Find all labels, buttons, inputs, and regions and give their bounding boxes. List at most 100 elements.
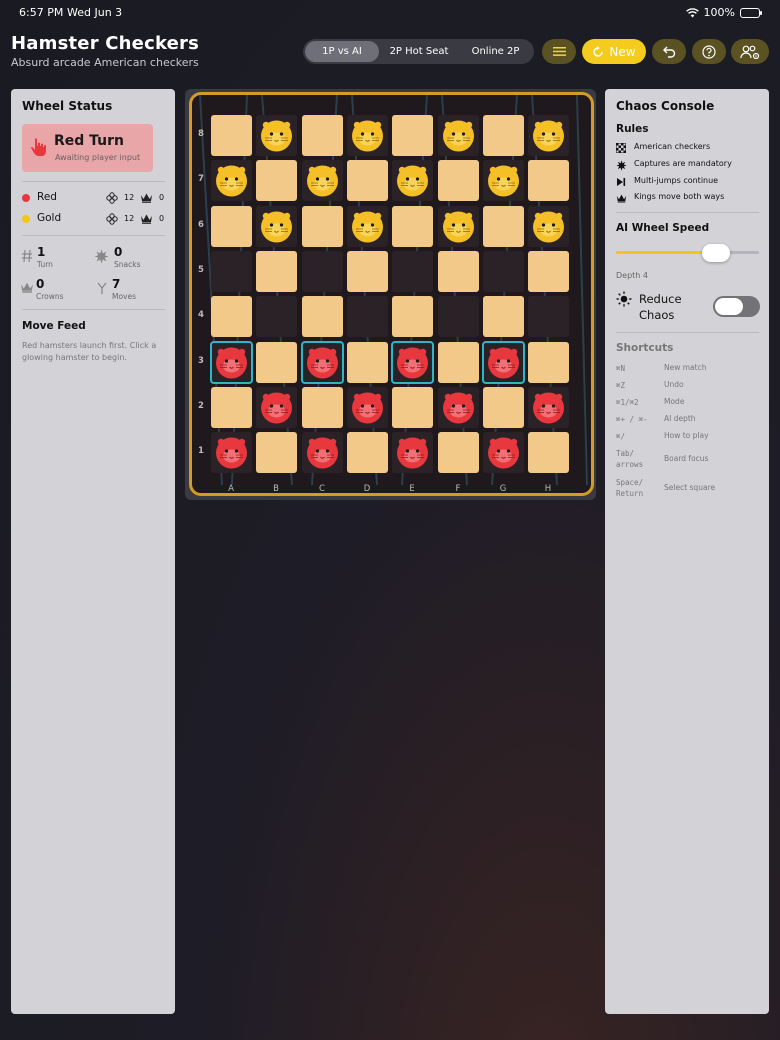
board-square-h7[interactable] [528,160,569,201]
board-square-a3[interactable] [210,341,253,384]
board-square-g2[interactable] [483,387,524,428]
board-square-c8[interactable] [302,115,343,156]
board-square-d4[interactable] [347,296,388,337]
board-square-e3[interactable] [391,341,434,384]
board-square-e5[interactable] [392,251,433,292]
board-square-a2[interactable] [211,387,252,428]
menu-button[interactable] [542,39,576,64]
red-hamster-piece[interactable] [351,391,384,424]
reduce-chaos-toggle[interactable] [713,296,760,317]
red-hamster-piece[interactable] [396,436,429,469]
gold-hamster-piece[interactable] [532,119,565,152]
red-hamster-piece[interactable] [306,346,339,379]
board-square-f6[interactable] [438,206,479,247]
board-square-h6[interactable] [528,206,569,247]
board-square-a8[interactable] [211,115,252,156]
board-square-a5[interactable] [211,251,252,292]
board-square-g3[interactable] [482,341,525,384]
gold-hamster-piece[interactable] [260,119,293,152]
board-square-f7[interactable] [438,160,479,201]
red-hamster-piece[interactable] [306,436,339,469]
gold-hamster-piece[interactable] [532,210,565,243]
board-square-b1[interactable] [256,432,297,473]
gold-hamster-piece[interactable] [351,210,384,243]
board-square-d8[interactable] [347,115,388,156]
board-square-d2[interactable] [347,387,388,428]
red-hamster-piece[interactable] [487,436,520,469]
board-square-c6[interactable] [302,206,343,247]
board-square-d6[interactable] [347,206,388,247]
board-square-h2[interactable] [528,387,569,428]
board-square-h5[interactable] [528,251,569,292]
red-hamster-piece[interactable] [396,346,429,379]
board-square-d7[interactable] [347,160,388,201]
slider-thumb[interactable] [702,244,731,262]
mode-tab-2p-hot-seat[interactable]: 2P Hot Seat [379,41,459,62]
app-subtitle: Absurd arcade American checkers [11,56,199,69]
board-square-e4[interactable] [392,296,433,337]
board-square-c5[interactable] [302,251,343,292]
board-square-e6[interactable] [392,206,433,247]
board-square-d5[interactable] [347,251,388,292]
board-square-b6[interactable] [256,206,297,247]
board-square-b4[interactable] [256,296,297,337]
red-hamster-piece[interactable] [442,391,475,424]
board-square-f3[interactable] [438,342,479,383]
board-square-c4[interactable] [302,296,343,337]
board-square-d1[interactable] [347,432,388,473]
red-hamster-piece[interactable] [260,391,293,424]
board-square-b3[interactable] [256,342,297,383]
gold-hamster-piece[interactable] [396,164,429,197]
board-square-a7[interactable] [211,160,252,201]
board-square-g8[interactable] [483,115,524,156]
gold-hamster-piece[interactable] [351,119,384,152]
board-square-a6[interactable] [211,206,252,247]
gold-hamster-piece[interactable] [215,164,248,197]
gold-hamster-piece[interactable] [306,164,339,197]
board-square-b7[interactable] [256,160,297,201]
board-square-f5[interactable] [438,251,479,292]
board-square-a1[interactable] [211,432,252,473]
board-square-f2[interactable] [438,387,479,428]
help-button[interactable] [692,39,726,64]
players-button[interactable] [731,39,769,64]
gold-hamster-piece[interactable] [442,119,475,152]
board-square-f1[interactable] [438,432,479,473]
board-square-h1[interactable] [528,432,569,473]
ai-speed-slider[interactable] [616,244,759,262]
red-hamster-piece[interactable] [215,346,248,379]
board-square-e7[interactable] [392,160,433,201]
new-game-button[interactable]: New [582,39,646,64]
red-hamster-piece[interactable] [532,391,565,424]
gold-hamster-piece[interactable] [442,210,475,243]
mode-tab-1p-vs-ai[interactable]: 1P vs AI [305,41,379,62]
red-hamster-piece[interactable] [215,436,248,469]
board-square-g7[interactable] [483,160,524,201]
board-square-h3[interactable] [528,342,569,383]
board-square-f8[interactable] [438,115,479,156]
board-square-b2[interactable] [256,387,297,428]
board-square-c3[interactable] [301,341,344,384]
red-hamster-piece[interactable] [487,346,520,379]
gold-hamster-piece[interactable] [487,164,520,197]
board-square-d3[interactable] [347,342,388,383]
mode-tab-online-2p[interactable]: Online 2P [459,41,532,62]
board-square-g4[interactable] [483,296,524,337]
board-square-e2[interactable] [392,387,433,428]
board-square-h4[interactable] [528,296,569,337]
gold-hamster-piece[interactable] [260,210,293,243]
board-square-c1[interactable] [302,432,343,473]
undo-button[interactable] [652,39,686,64]
board-square-e1[interactable] [392,432,433,473]
board-square-c7[interactable] [302,160,343,201]
board-square-g5[interactable] [483,251,524,292]
board-square-h8[interactable] [528,115,569,156]
board-square-g1[interactable] [483,432,524,473]
board-square-e8[interactable] [392,115,433,156]
board-square-b8[interactable] [256,115,297,156]
board-square-c2[interactable] [302,387,343,428]
board-square-a4[interactable] [211,296,252,337]
board-square-f4[interactable] [438,296,479,337]
board-square-b5[interactable] [256,251,297,292]
board-square-g6[interactable] [483,206,524,247]
